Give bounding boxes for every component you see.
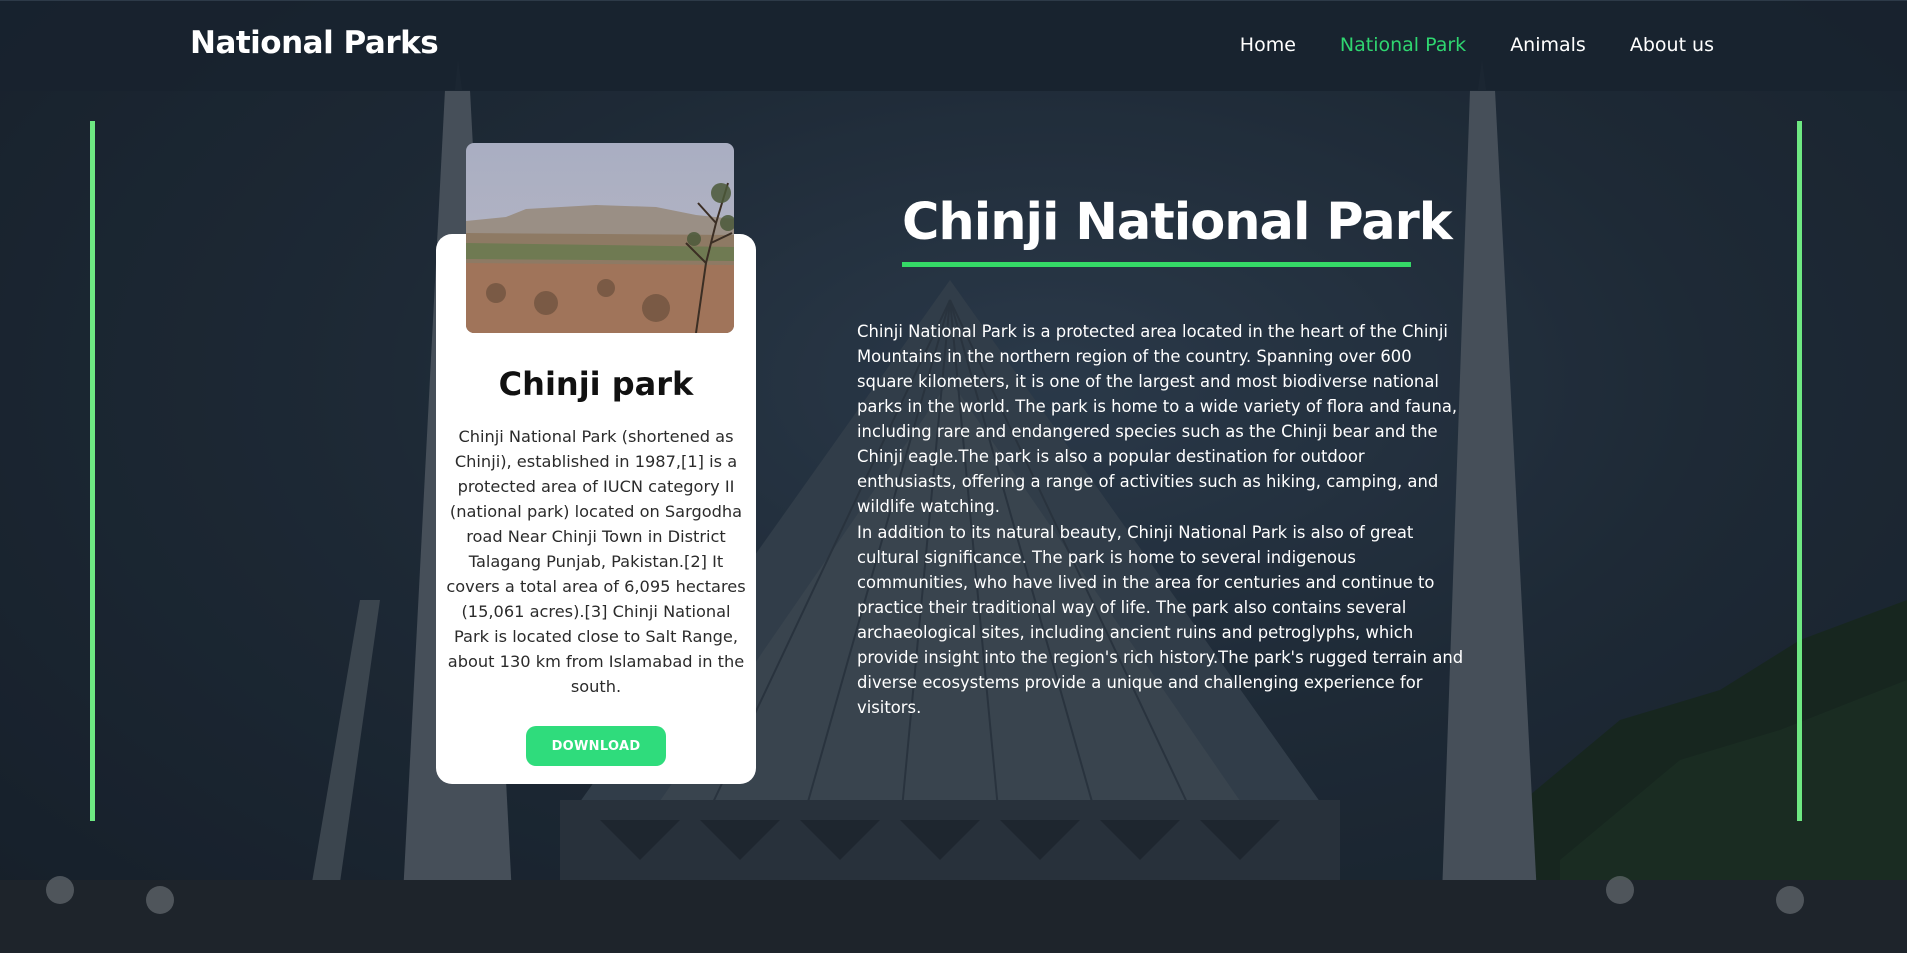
right-accent-line — [1797, 121, 1802, 821]
nav-about-us[interactable]: About us — [1630, 34, 1714, 56]
nav-home[interactable]: Home — [1240, 34, 1296, 56]
card-title: Chinji park — [498, 365, 694, 403]
nav-national-park[interactable]: National Park — [1340, 34, 1466, 56]
left-accent-line — [90, 121, 95, 821]
description-paragraph-1: Chinji National Park is a protected area… — [857, 322, 1458, 516]
description-paragraph-2: In addition to its natural beauty, Chinj… — [857, 523, 1464, 717]
site-header: National Parks Home National Park Animal… — [0, 0, 1907, 91]
page-title: Chinji National Park — [902, 193, 1453, 252]
park-card-image — [466, 143, 734, 333]
nav-animals[interactable]: Animals — [1510, 34, 1586, 56]
title-underline — [902, 262, 1411, 267]
card-description: Chinji National Park (shortened as Chinj… — [446, 427, 746, 696]
brand-logo[interactable]: National Parks — [190, 25, 439, 61]
main-nav: Home National Park Animals About us — [1196, 34, 1714, 56]
download-button[interactable]: DOWNLOAD — [526, 726, 666, 766]
